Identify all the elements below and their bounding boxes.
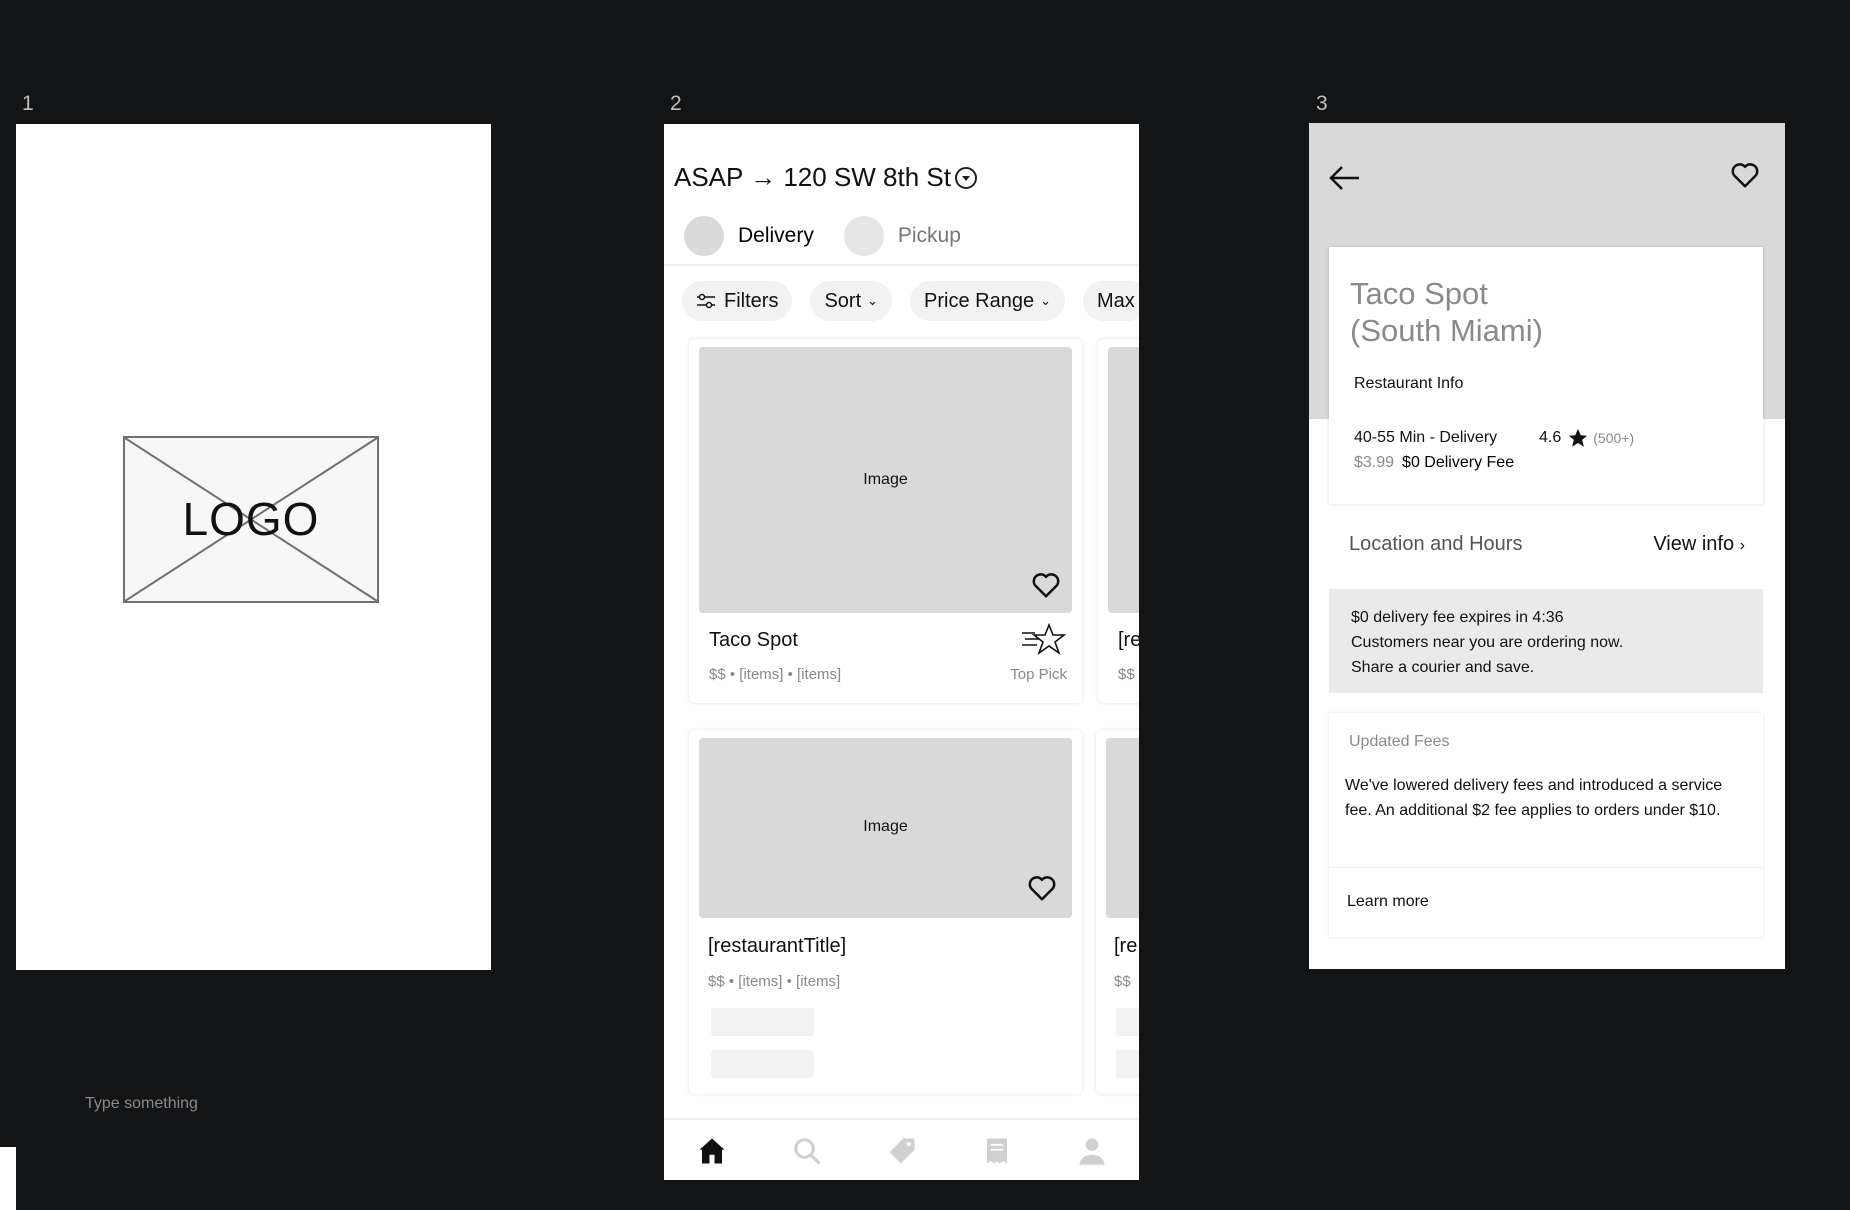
nav-offers[interactable]: [885, 1134, 919, 1168]
filters-chip[interactable]: Filters: [682, 281, 793, 321]
rating: 4.6 (500+): [1539, 427, 1634, 449]
restaurant-image: Image: [699, 738, 1072, 918]
nav-account[interactable]: [1075, 1134, 1109, 1168]
back-arrow-icon[interactable]: [1329, 165, 1361, 191]
restaurant-image: [1108, 347, 1139, 613]
store-info-card: Taco Spot (South Miami) Restaurant Info …: [1329, 247, 1763, 504]
frame-number-3: 3: [1316, 92, 1328, 115]
restaurant-image: Image: [699, 347, 1072, 613]
updated-fees-body: We've lowered delivery fees and introduc…: [1345, 777, 1723, 819]
location-hours-row[interactable]: Location and Hours View info ›: [1349, 533, 1745, 556]
updated-fees-card: Updated Fees We've lowered delivery fees…: [1329, 713, 1763, 937]
promo-line: Customers near you are ordering now.: [1351, 634, 1624, 651]
restaurant-title: [restaurantTitle]: [708, 935, 847, 957]
address-selector[interactable]: ASAP → 120 SW 8th St: [674, 162, 977, 193]
address-text: ASAP → 120 SW 8th St: [674, 162, 951, 192]
filter-chips: Filters Sort ⌄ Price Range ⌄ Max: [682, 281, 1139, 321]
sort-chip[interactable]: Sort ⌄: [810, 281, 893, 321]
account-icon: [1079, 1138, 1104, 1165]
chevron-down-icon: [955, 166, 977, 189]
old-delivery-fee: $3.99: [1354, 454, 1395, 471]
top-pick-label: Top Pick: [1010, 666, 1067, 683]
price-range-chip-label: Price Range: [924, 289, 1035, 312]
mode-delivery[interactable]: Delivery: [684, 216, 814, 256]
sliders-icon: [697, 293, 715, 309]
rating-count: (500+): [1593, 430, 1635, 446]
image-label: Image: [863, 471, 908, 488]
frame-number-2: 2: [670, 92, 682, 115]
restaurant-card[interactable]: [re $$: [1098, 339, 1139, 703]
image-label: Image: [863, 818, 908, 835]
restaurant-info-link[interactable]: Restaurant Info: [1354, 375, 1463, 393]
restaurant-image: [1106, 738, 1139, 918]
frame-number-1: 1: [22, 92, 34, 115]
divider: [664, 264, 1139, 266]
search-icon: [793, 1138, 821, 1165]
view-info-link[interactable]: View info ›: [1653, 533, 1745, 556]
heart-icon[interactable]: [1730, 161, 1760, 189]
store-name-line2: (South Miami): [1350, 313, 1543, 348]
receipt-icon: [986, 1138, 1007, 1164]
restaurant-title: Taco Spot: [709, 629, 798, 651]
delivery-thumbnail: [684, 216, 724, 256]
heart-icon[interactable]: [1031, 571, 1061, 599]
mode-pickup[interactable]: Pickup: [843, 216, 961, 256]
chevron-down-icon: ⌄: [1040, 293, 1052, 308]
skeleton-line: [1116, 1008, 1139, 1036]
store-name-line1: Taco Spot: [1350, 276, 1488, 311]
restaurant-meta: $$ • [items] • [items]: [708, 973, 841, 990]
filters-chip-label: Filters: [724, 289, 779, 312]
updated-fees-title: Updated Fees: [1349, 733, 1450, 750]
logo-text: LOGO: [182, 493, 320, 545]
view-info-label: View info: [1653, 533, 1735, 555]
delivery-fee: $3.99 $0 Delivery Fee: [1354, 454, 1514, 472]
price-range-chip[interactable]: Price Range ⌄: [910, 281, 1066, 321]
bottom-navigation: [664, 1118, 1139, 1180]
top-pick-star-icon: [1022, 623, 1067, 655]
divider: [1329, 867, 1763, 868]
nav-search[interactable]: [790, 1134, 824, 1168]
sort-chip-label: Sort: [824, 289, 862, 312]
restaurant-card[interactable]: Image [restaurantTitle] $$ • [items] • […: [689, 730, 1082, 1094]
learn-more-link[interactable]: Learn more: [1347, 893, 1429, 911]
mode-delivery-label: Delivery: [738, 224, 814, 247]
restaurant-meta: $$: [1114, 973, 1131, 990]
restaurant-title: [re: [1114, 935, 1138, 957]
restaurant-card[interactable]: [re $$: [1096, 730, 1139, 1094]
mode-pickup-label: Pickup: [897, 224, 961, 247]
star-icon: [1569, 428, 1588, 447]
feed-frame[interactable]: ASAP → 120 SW 8th St Delivery Pickup Fil…: [664, 124, 1139, 1180]
chevron-right-icon: ›: [1739, 537, 1745, 554]
canvas-corner-widget[interactable]: [0, 1147, 16, 1210]
delivery-eta: 40-55 Min - Delivery: [1354, 429, 1498, 446]
splash-frame[interactable]: LOGO: [16, 124, 491, 970]
pickup-thumbnail: [843, 216, 884, 256]
nav-home[interactable]: [695, 1134, 729, 1168]
delivery-mode-toggle: Delivery Pickup: [684, 216, 991, 256]
restaurant-title: [re: [1118, 629, 1139, 651]
store-frame[interactable]: Taco Spot (South Miami) Restaurant Info …: [1309, 123, 1785, 969]
promo-line: Share a courier and save.: [1351, 659, 1535, 676]
max-chip-label: Max: [1097, 289, 1135, 312]
restaurant-meta: $$: [1118, 666, 1135, 683]
chevron-down-icon: ⌄: [867, 293, 879, 308]
canvas-text-placeholder[interactable]: Type something: [85, 1095, 198, 1113]
max-chip[interactable]: Max: [1083, 281, 1139, 321]
home-icon: [699, 1138, 724, 1164]
rating-value: 4.6: [1539, 429, 1562, 446]
restaurant-meta: $$ • [items] • [items]: [709, 666, 842, 683]
promo-banner: $0 delivery fee expires in 4:36 Customer…: [1329, 589, 1763, 693]
nav-orders[interactable]: [980, 1134, 1014, 1168]
skeleton-line: [1116, 1050, 1139, 1078]
restaurant-card[interactable]: Image Taco Spot $$ • [items] • [items] T…: [689, 339, 1082, 703]
tag-icon: [889, 1138, 914, 1164]
heart-icon[interactable]: [1027, 874, 1057, 902]
logo-placeholder: LOGO: [123, 436, 379, 603]
skeleton-line: [711, 1050, 814, 1078]
promo-line: $0 delivery fee expires in 4:36: [1351, 609, 1564, 626]
skeleton-line: [711, 1008, 814, 1036]
current-delivery-fee: $0 Delivery Fee: [1402, 454, 1515, 471]
store-name: Taco Spot (South Miami): [1350, 275, 1543, 349]
location-hours-label: Location and Hours: [1349, 533, 1523, 555]
